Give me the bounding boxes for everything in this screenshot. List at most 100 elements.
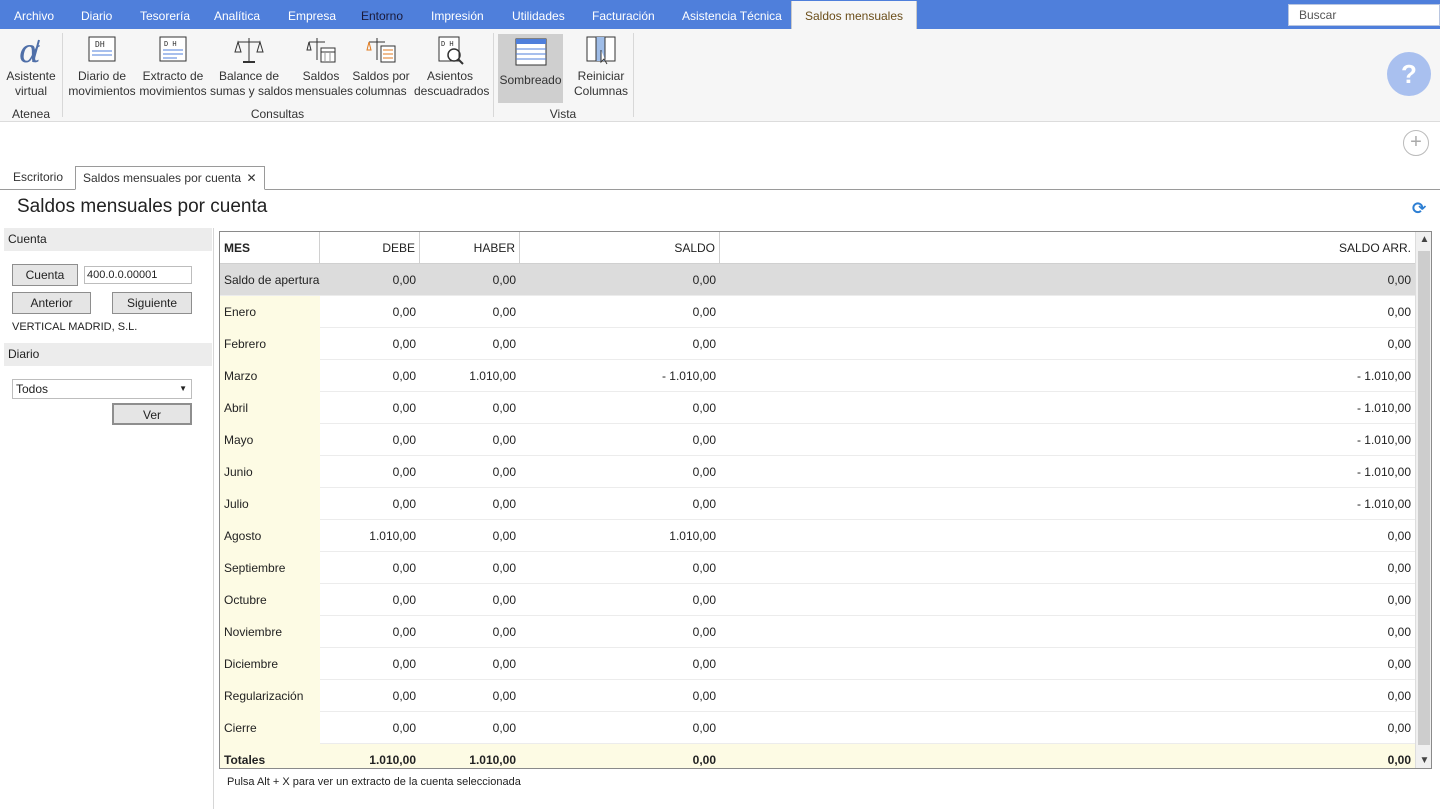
asientos-label-2: descuadrados xyxy=(414,84,490,98)
search-input[interactable]: Buscar xyxy=(1288,4,1440,26)
menu-asistencia-tecnica[interactable]: Asistencia Técnica xyxy=(682,0,782,29)
cell-haber: 0,00 xyxy=(492,593,516,607)
column-header-debe[interactable]: DEBE xyxy=(320,232,420,264)
add-tab-icon[interactable]: + xyxy=(1403,130,1429,156)
menu-entorno[interactable]: Entorno xyxy=(361,0,403,29)
balance-sumas-saldos-button[interactable]: Balance de sumas y saldos xyxy=(210,34,293,99)
asientos-descuadrados-button[interactable]: D H Asientos descuadrados xyxy=(414,34,490,99)
table-row[interactable]: Julio 0,00 0,00 0,00 - 1.010,00 xyxy=(220,488,1415,520)
menu-utilidades[interactable]: Utilidades xyxy=(512,0,565,29)
cell-mes: Marzo xyxy=(220,360,320,392)
cell-saldo: 0,00 xyxy=(692,721,716,735)
cell-debe: 0,00 xyxy=(392,721,416,735)
balance-scale-icon xyxy=(234,38,264,63)
menu-empresa[interactable]: Empresa xyxy=(288,0,336,29)
table-row[interactable]: Cierre 0,00 0,00 0,00 0,00 xyxy=(220,712,1415,744)
scroll-down-icon[interactable]: ▼ xyxy=(1416,755,1431,766)
sombreado-button[interactable]: Sombreado xyxy=(498,34,563,103)
menu-diario[interactable]: Diario xyxy=(81,0,112,29)
table-row[interactable]: Noviembre 0,00 0,00 0,00 0,00 xyxy=(220,616,1415,648)
vertical-scrollbar[interactable]: ▲ ▼ xyxy=(1415,232,1431,768)
cell-saldo: 0,00 xyxy=(692,657,716,671)
table-row[interactable]: Saldo de apertura 0,00 0,00 0,00 0,00 xyxy=(220,264,1415,296)
cell-saldo: 0,00 xyxy=(692,593,716,607)
unbalanced-entries-icon: D H xyxy=(438,36,464,65)
help-icon[interactable]: ? xyxy=(1387,52,1431,96)
table-row[interactable]: Febrero 0,00 0,00 0,00 0,00 xyxy=(220,328,1415,360)
cell-saldo-arr: 0,00 xyxy=(1387,561,1411,575)
menu-saldos-mensuales[interactable]: Saldos mensuales xyxy=(791,1,917,29)
ribbon-separator xyxy=(493,33,494,117)
asistente-virtual-button[interactable]: α Asistente virtual xyxy=(4,34,58,99)
saldos-columnas-button[interactable]: Saldos por columnas xyxy=(351,34,411,99)
cell-debe: 0,00 xyxy=(392,689,416,703)
cell-saldo: 0,00 xyxy=(692,561,716,575)
column-header-saldo[interactable]: SALDO xyxy=(520,232,720,264)
totals-saldo: 0,00 xyxy=(692,753,716,767)
saldos-mensuales-label-2: mensuales xyxy=(295,84,354,98)
column-header-saldo-arr[interactable]: SALDO ARR. xyxy=(720,232,1415,264)
tab-escritorio[interactable]: Escritorio xyxy=(13,166,63,190)
table-row[interactable]: Septiembre 0,00 0,00 0,00 0,00 xyxy=(220,552,1415,584)
column-header-mes[interactable]: MES xyxy=(220,232,320,264)
diario-label-1: Diario de xyxy=(77,69,127,83)
refresh-icon[interactable]: ⟳ xyxy=(1412,199,1426,219)
svg-text:DH: DH xyxy=(95,40,105,49)
monthly-balance-table: MES DEBE HABER SALDO SALDO ARR. Saldo de… xyxy=(219,231,1432,769)
saldos-mensuales-button[interactable]: Saldos mensuales xyxy=(295,34,353,99)
cuenta-section-header: Cuenta xyxy=(4,228,212,251)
cell-haber: 0,00 xyxy=(492,465,516,479)
extracto-movimientos-button[interactable]: D H Extracto de movimientos xyxy=(139,34,207,99)
cell-saldo-arr: - 1.010,00 xyxy=(1356,497,1411,511)
ribbon: α Asistente virtual DH Diario de movimie… xyxy=(0,29,1440,122)
table-row[interactable]: Diciembre 0,00 0,00 0,00 0,00 xyxy=(220,648,1415,680)
keyboard-hint: Pulsa Alt + X para ver un extracto de la… xyxy=(227,776,521,788)
scroll-up-icon[interactable]: ▲ xyxy=(1416,234,1431,245)
diario-select-value: Todos xyxy=(16,382,49,396)
svg-text:α: α xyxy=(19,34,41,66)
table-row[interactable]: Mayo 0,00 0,00 0,00 - 1.010,00 xyxy=(220,424,1415,456)
cell-haber: 0,00 xyxy=(492,433,516,447)
table-row[interactable]: Agosto 1.010,00 0,00 1.010,00 0,00 xyxy=(220,520,1415,552)
scrollbar-thumb[interactable] xyxy=(1418,251,1430,745)
close-icon[interactable]: ✕ xyxy=(246,171,256,185)
group-vista: Vista xyxy=(549,107,577,121)
cell-debe: 0,00 xyxy=(392,497,416,511)
cell-debe: 1.010,00 xyxy=(369,529,416,543)
account-input[interactable]: 400.0.0.00001 xyxy=(84,266,192,284)
table-row[interactable]: Junio 0,00 0,00 0,00 - 1.010,00 xyxy=(220,456,1415,488)
reiniciar-columnas-button[interactable]: Reiniciar Columnas xyxy=(569,34,633,99)
cell-saldo: 0,00 xyxy=(692,337,716,351)
table-row[interactable]: Marzo 0,00 1.010,00 - 1.010,00 - 1.010,00 xyxy=(220,360,1415,392)
reset-columns-icon xyxy=(586,36,616,65)
column-balance-icon xyxy=(366,38,396,63)
tab-saldos-mensuales-por-cuenta[interactable]: Saldos mensuales por cuenta ✕ xyxy=(75,166,265,190)
table-row[interactable]: Enero 0,00 0,00 0,00 0,00 xyxy=(220,296,1415,328)
ver-button[interactable]: Ver xyxy=(112,403,192,425)
diario-movimientos-button[interactable]: DH Diario de movimientos xyxy=(68,34,136,99)
cell-saldo: 0,00 xyxy=(692,625,716,639)
siguiente-button[interactable]: Siguiente xyxy=(112,292,192,314)
reiniciar-label-2: Columnas xyxy=(573,84,629,98)
menu-facturacion[interactable]: Facturación xyxy=(592,0,655,29)
cell-saldo: 0,00 xyxy=(692,401,716,415)
cell-haber: 0,00 xyxy=(492,497,516,511)
diario-select[interactable]: Todos ▼ xyxy=(12,379,192,399)
cell-debe: 0,00 xyxy=(392,305,416,319)
menu-archivo[interactable]: Archivo xyxy=(14,0,54,29)
column-header-haber[interactable]: HABER xyxy=(420,232,520,264)
cuenta-button[interactable]: Cuenta xyxy=(12,264,78,286)
ribbon-separator xyxy=(62,33,63,117)
alpha-icon: α xyxy=(19,34,41,66)
menu-analitica[interactable]: Analítica xyxy=(214,0,260,29)
menu-impresion[interactable]: Impresión xyxy=(431,0,484,29)
table-row[interactable]: Abril 0,00 0,00 0,00 - 1.010,00 xyxy=(220,392,1415,424)
cell-haber: 0,00 xyxy=(492,657,516,671)
cell-debe: 0,00 xyxy=(392,369,416,383)
anterior-button[interactable]: Anterior xyxy=(12,292,91,314)
asientos-label-1: Asientos xyxy=(426,69,474,83)
reiniciar-label-1: Reiniciar xyxy=(577,69,625,83)
table-row[interactable]: Octubre 0,00 0,00 0,00 0,00 xyxy=(220,584,1415,616)
menu-tesoreria[interactable]: Tesorería xyxy=(140,0,190,29)
table-row[interactable]: Regularización 0,00 0,00 0,00 0,00 xyxy=(220,680,1415,712)
